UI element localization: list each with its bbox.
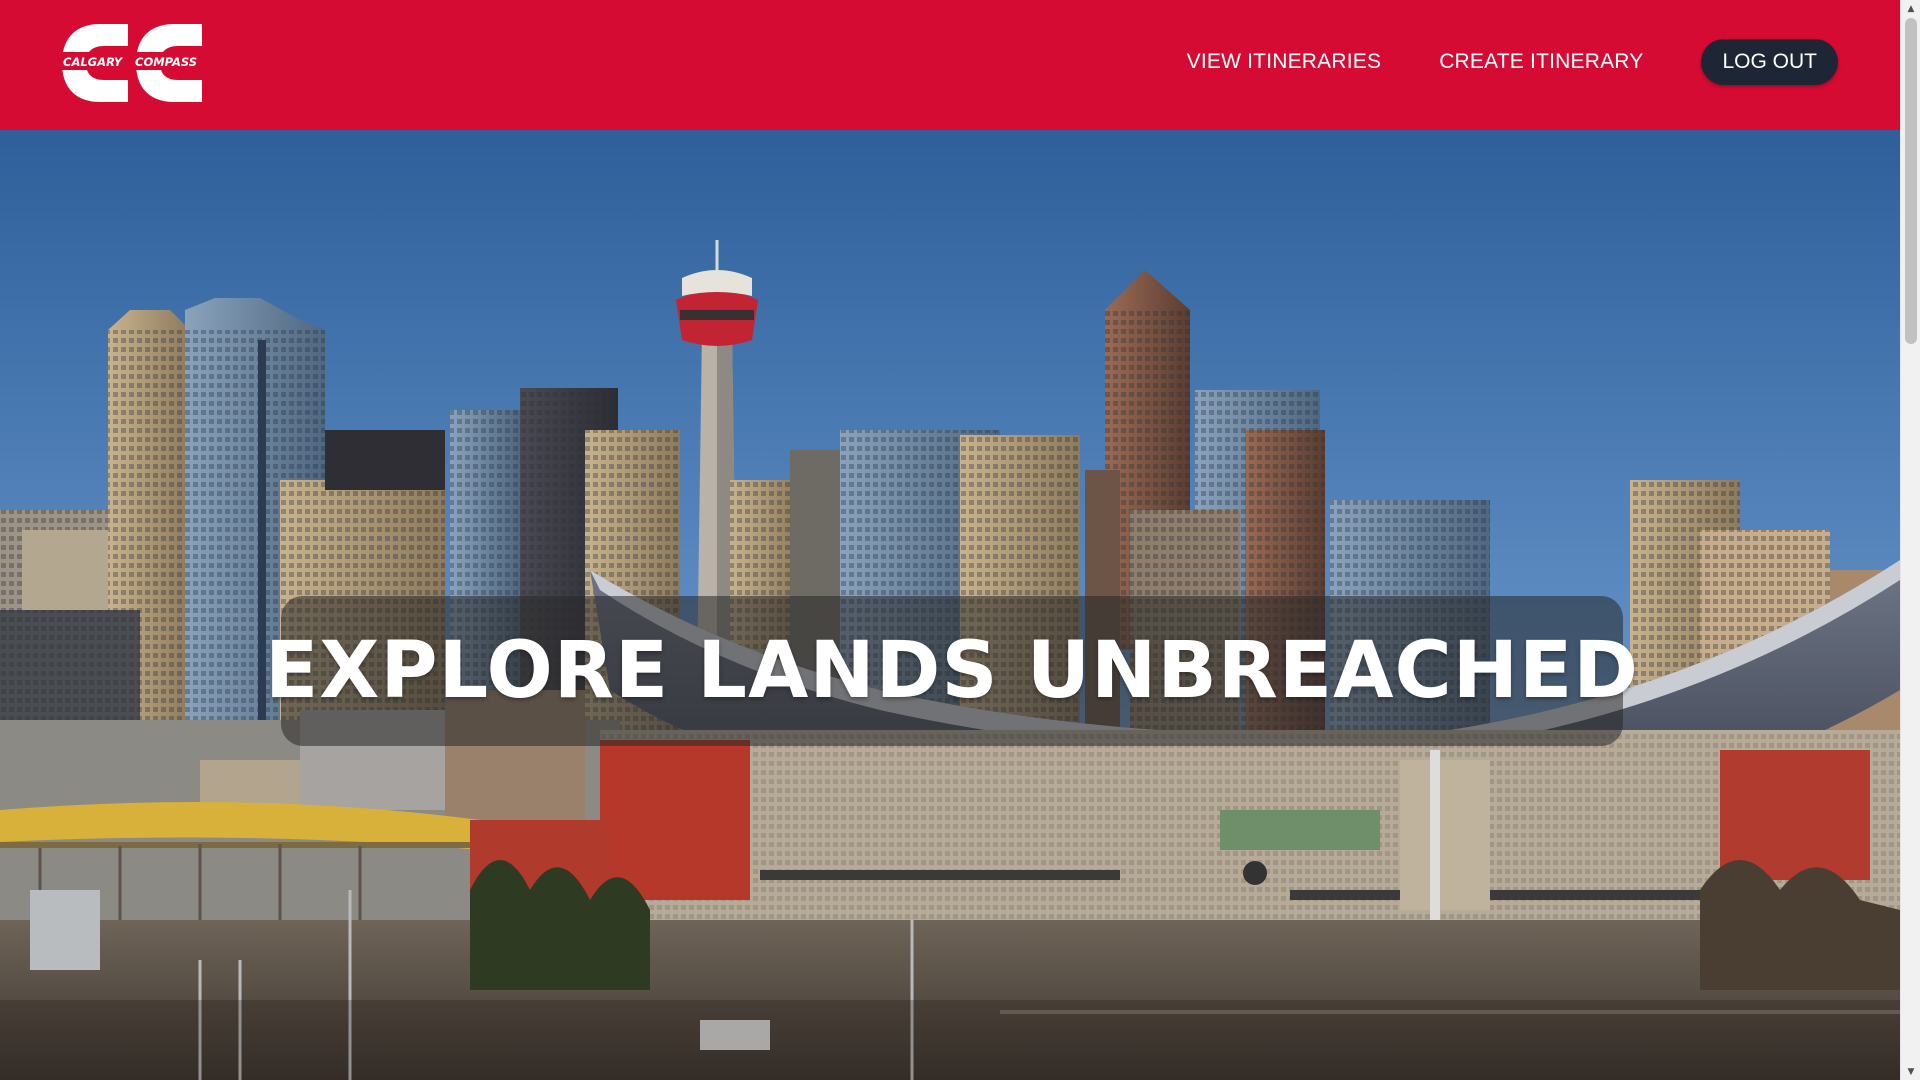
- page: CALGARY COMPASS VIEW ITINERARIES CREATE …: [0, 0, 1900, 1080]
- scroll-up-arrow-icon[interactable]: ▲: [1901, 0, 1920, 17]
- calgary-compass-logo[interactable]: CALGARY COMPASS: [62, 24, 202, 102]
- logo-text-right: COMPASS: [135, 55, 197, 69]
- scrollbar-thumb[interactable]: [1905, 18, 1917, 344]
- logo-icon: CALGARY COMPASS: [62, 24, 202, 102]
- vertical-scrollbar[interactable]: ▲ ▼: [1900, 0, 1920, 1080]
- top-navbar: CALGARY COMPASS VIEW ITINERARIES CREATE …: [0, 0, 1900, 130]
- hero-tagline: EXPLORE LANDS UNBREACHED: [264, 626, 1640, 716]
- scroll-down-arrow-icon[interactable]: ▼: [1901, 1063, 1920, 1080]
- logo-text-left: CALGARY: [63, 55, 124, 69]
- main-nav: VIEW ITINERARIES CREATE ITINERARY LOG OU…: [1187, 38, 1838, 86]
- view-itineraries-link[interactable]: VIEW ITINERARIES: [1187, 50, 1382, 74]
- hero-section: EXPLORE LANDS UNBREACHED: [0, 130, 1900, 1080]
- hero-tagline-box: EXPLORE LANDS UNBREACHED: [265, 596, 1638, 746]
- log-out-button[interactable]: LOG OUT: [1701, 39, 1838, 85]
- create-itinerary-link[interactable]: CREATE ITINERARY: [1439, 50, 1643, 74]
